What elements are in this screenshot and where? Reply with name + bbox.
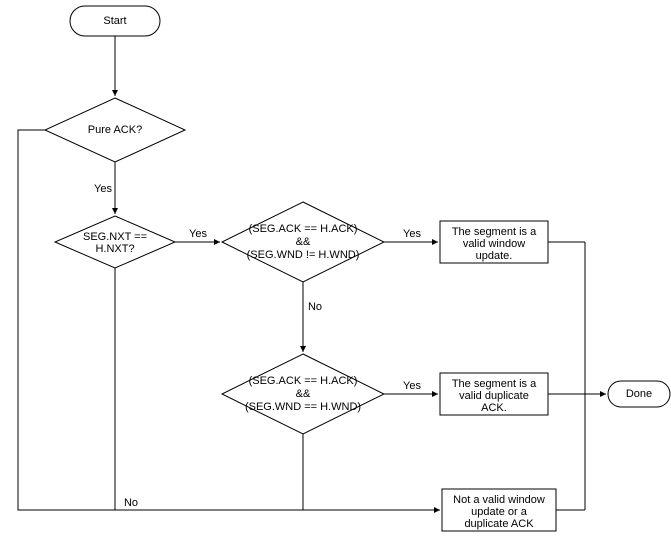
svg-text:No: No <box>308 301 322 313</box>
edge-d1-no <box>18 130 440 510</box>
svg-text:Yes: Yes <box>403 228 421 240</box>
svg-text:duplicate ACK: duplicate ACK <box>464 518 534 530</box>
svg-text:&&: && <box>296 388 311 400</box>
start-label: Start <box>103 15 126 27</box>
svg-text:(SEG.ACK == H.ACK): (SEG.ACK == H.ACK) <box>249 375 358 387</box>
svg-text:update or a: update or a <box>471 506 528 518</box>
svg-text:&&: && <box>296 236 311 248</box>
svg-text:SEG.NXT ==: SEG.NXT == <box>83 231 147 243</box>
flowchart: Start Pure ACK? Yes SEG.NXT == H.NXT? Ye… <box>0 0 671 551</box>
svg-text:ACK.: ACK. <box>481 402 507 414</box>
decision-pure-ack-label: Pure ACK? <box>88 124 142 136</box>
svg-text:valid window: valid window <box>463 238 525 250</box>
svg-text:Not a valid window: Not a valid window <box>453 494 545 506</box>
svg-text:update.: update. <box>476 250 513 262</box>
svg-text:(SEG.ACK == H.ACK): (SEG.ACK == H.ACK) <box>249 223 358 235</box>
svg-text:No: No <box>124 497 138 509</box>
svg-text:The segment is a: The segment is a <box>452 378 537 390</box>
svg-text:H.NXT?: H.NXT? <box>95 243 134 255</box>
svg-text:(SEG.WND != H.WND): (SEG.WND != H.WND) <box>247 249 360 261</box>
svg-text:Yes: Yes <box>403 380 421 392</box>
svg-text:The segment is a: The segment is a <box>452 226 537 238</box>
done-label: Done <box>626 388 652 400</box>
svg-text:(SEG.WND == H.WND): (SEG.WND == H.WND) <box>245 401 361 413</box>
svg-text:valid duplicate: valid duplicate <box>459 390 529 402</box>
svg-text:Yes: Yes <box>189 228 207 240</box>
edge-label-yes: Yes <box>94 183 112 195</box>
